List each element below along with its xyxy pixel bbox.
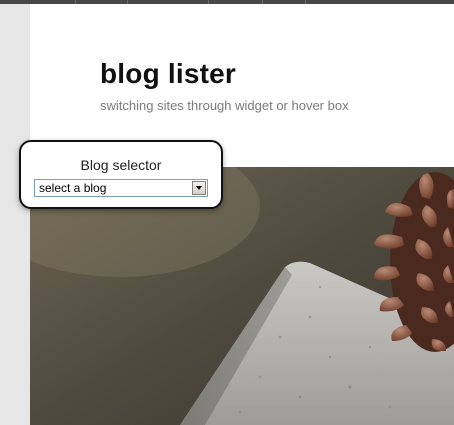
widget-title: Blog selector [80,157,162,173]
blog-selector-widget: Blog selector select a blog [19,140,223,209]
blog-select-dropdown[interactable]: select a blog [34,179,208,197]
site-title[interactable]: blog lister [100,58,236,90]
chevron-down-icon[interactable] [192,181,206,195]
site-tagline: switching sites through widget or hover … [100,98,349,113]
selected-blog-value: select a blog [39,181,107,195]
